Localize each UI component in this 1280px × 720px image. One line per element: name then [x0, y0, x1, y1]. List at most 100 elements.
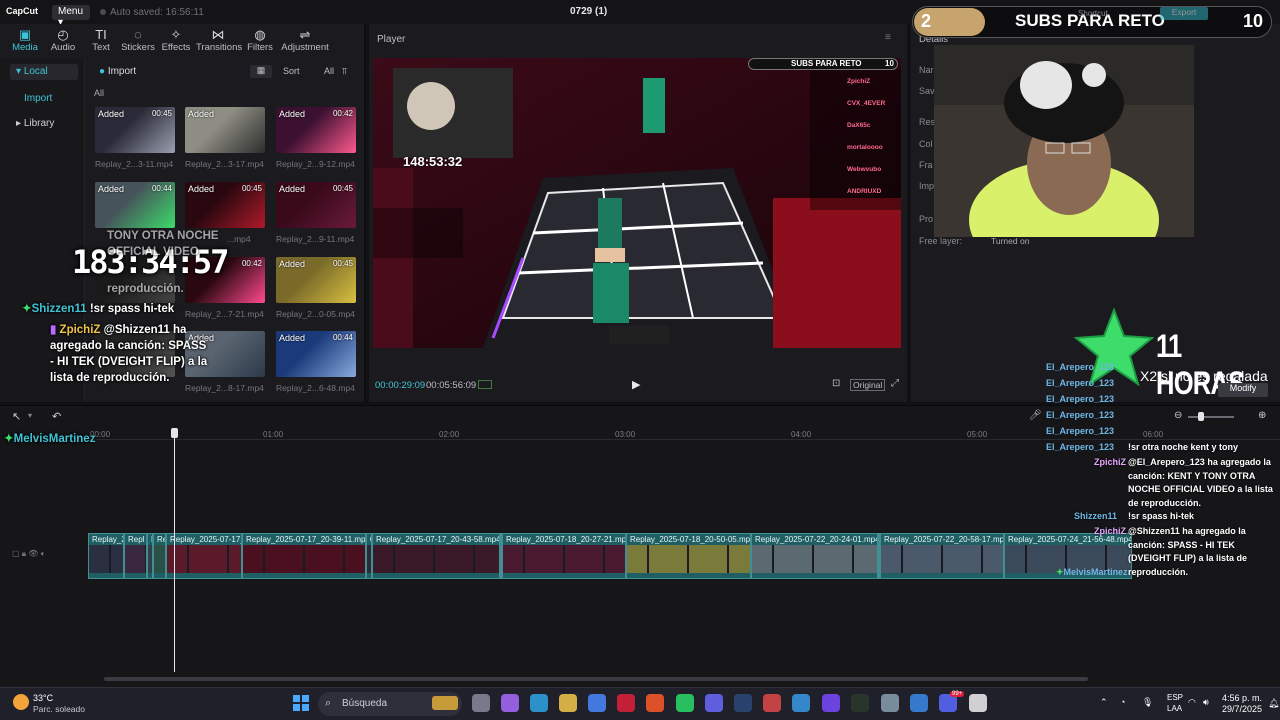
media-thumbnail[interactable]: Added 00:45: [276, 182, 356, 228]
media-thumbnail[interactable]: Added 00:45: [276, 257, 356, 303]
media-thumbnail[interactable]: Added 00:42: [276, 107, 356, 153]
tool-label: Stickers: [121, 42, 155, 53]
zoom-slider-handle[interactable]: [1198, 412, 1204, 421]
opera-icon[interactable]: [617, 694, 635, 712]
timeline-clip-label: Replay_2025-07-17_20-39-11.mp4: [246, 535, 366, 544]
tool-effects[interactable]: ✧ Effects: [154, 27, 198, 53]
visibility-icon[interactable]: 👁︎: [28, 549, 38, 558]
timeline-clip[interactable]: Replay_2025-07-18_20-50-05.mp4: [626, 533, 751, 579]
media-thumbnail[interactable]: Added: [185, 107, 265, 153]
sidenav-library[interactable]: ▸ Library: [16, 118, 54, 129]
capcut-icon[interactable]: [969, 694, 987, 712]
store-icon[interactable]: [588, 694, 606, 712]
project-name[interactable]: 0729 (1): [570, 6, 607, 17]
tool-chevron-icon[interactable]: ▾: [28, 411, 32, 420]
zoom-in-icon[interactable]: ⊕: [1258, 410, 1266, 421]
crop-icon[interactable]: ⊡: [832, 378, 840, 389]
fullscreen-icon[interactable]: ⤢: [891, 378, 899, 389]
terminal-icon[interactable]: [851, 694, 869, 712]
teams-icon[interactable]: [705, 694, 723, 712]
all-filter-button[interactable]: All: [324, 66, 334, 76]
import-button[interactable]: ● Import: [99, 66, 136, 77]
weather-icon[interactable]: [13, 694, 29, 710]
modify-button[interactable]: Modify: [1218, 383, 1268, 397]
weather-desc[interactable]: Parc. soleado: [33, 704, 85, 714]
menu-button[interactable]: Menu ▾: [52, 5, 90, 28]
playhead[interactable]: [174, 430, 175, 672]
steam-icon[interactable]: [734, 694, 752, 712]
play-icon[interactable]: ▶: [632, 378, 640, 391]
settings-icon[interactable]: [881, 694, 899, 712]
clock-time[interactable]: 4:56 p. m.: [1222, 693, 1262, 703]
media-thumbnail[interactable]: Added 00:45: [185, 182, 265, 228]
chat-username: El_Arepero_123: [1046, 442, 1115, 452]
import-icon: ●: [99, 66, 108, 77]
notification-icon[interactable]: 🔔︎: [1268, 698, 1279, 709]
chrome-icon[interactable]: [910, 694, 928, 712]
language-secondary[interactable]: LAA: [1167, 704, 1182, 713]
timeline-clip[interactable]: Re: [153, 533, 166, 579]
current-timecode: 00:00:29:09: [375, 380, 426, 391]
sidenav-local[interactable]: ▾ Local: [10, 64, 78, 80]
timeline-clip[interactable]: Replay_2: [88, 533, 124, 579]
whatsapp-icon[interactable]: [676, 694, 694, 712]
export-button[interactable]: Export: [1160, 7, 1208, 20]
tool-label: Media: [12, 42, 38, 53]
shortcut-button[interactable]: Shortcut: [1078, 9, 1108, 18]
chat-username: El_Arepero_123: [1046, 410, 1115, 420]
timeline-clip[interactable]: Replay_2025-07-22_20-58-17.mp4: [880, 533, 1004, 579]
original-ratio-button[interactable]: Original: [850, 379, 886, 391]
player-menu-icon[interactable]: ≡: [885, 32, 891, 43]
tool-transitions[interactable]: ⋈ Transitions: [196, 27, 242, 53]
clip-filename: Replay_2...3-11.mp4: [95, 159, 174, 169]
task-view-icon[interactable]: [472, 694, 490, 712]
tray-network-app-icon[interactable]: ◔: [1120, 697, 1125, 707]
media-filter-all[interactable]: All: [94, 88, 104, 98]
language-primary[interactable]: ESP: [1167, 693, 1183, 702]
obs-icon[interactable]: [822, 694, 840, 712]
wifi-icon[interactable]: ◠: [1188, 697, 1196, 708]
tf-icon[interactable]: [763, 694, 781, 712]
zoom-out-icon[interactable]: ⊖: [1174, 410, 1182, 421]
timeline-clip[interactable]: Replay_2025-07-17_2: [166, 533, 242, 579]
start-icon[interactable]: [293, 695, 309, 711]
tray-chevron-icon[interactable]: ⌃: [1100, 697, 1108, 708]
file-explorer-icon[interactable]: [559, 694, 577, 712]
sort-button[interactable]: Sort: [283, 66, 300, 76]
zoom-slider[interactable]: [1188, 416, 1234, 418]
track-cover-icon[interactable]: ▢: [12, 549, 20, 558]
playhead-handle[interactable]: [171, 428, 178, 438]
video-preview[interactable]: SUBS PARA RETO 10 148:53:32 ZpichiZ CVX_4…: [373, 58, 901, 348]
timeline-clip[interactable]: Replay_2025-07-22_20-24-01.mp4: [751, 533, 878, 579]
weather-temp[interactable]: 33°C: [33, 693, 53, 703]
timeline-clip[interactable]: Replay_2025-07-17_20-43-58.mp4: [372, 533, 500, 579]
select-tool-icon[interactable]: ↖: [12, 410, 21, 423]
timeline-clip[interactable]: Replay_2025-07-18_20-27-21.mp4: [502, 533, 626, 579]
media-thumbnail[interactable]: Added 00:44: [95, 182, 175, 228]
lock-icon[interactable]: 🔒︎: [22, 549, 26, 558]
video-frame: [373, 58, 901, 348]
chat-message: !sr spass hi-tek: [1128, 511, 1195, 521]
media-thumbnail[interactable]: Added 00:44: [276, 331, 356, 377]
timeline-clip[interactable]: Repl: [124, 533, 147, 579]
timeline-scrollbar[interactable]: [104, 677, 1088, 681]
photos-icon[interactable]: [792, 694, 810, 712]
grid-view-icon[interactable]: ▦: [250, 65, 272, 78]
microphone-icon[interactable]: 🎤︎: [1029, 410, 1042, 421]
brave-icon[interactable]: [646, 694, 664, 712]
filter-icon[interactable]: ⫪: [342, 66, 347, 77]
copilot-icon[interactable]: [501, 694, 519, 712]
tool-filters[interactable]: ◍ Filters: [238, 27, 282, 53]
volume-icon[interactable]: 🔊︎: [1203, 697, 1209, 708]
tool-adjustment[interactable]: ⇌ Adjustment: [281, 27, 329, 53]
sidenav-import[interactable]: Import: [24, 93, 52, 104]
timeline-clip[interactable]: Replay_2025-07-17_20-39-11.mp4: [242, 533, 366, 579]
undo-icon[interactable]: ↶: [52, 410, 61, 423]
edge-icon[interactable]: [530, 694, 548, 712]
chat-username: El_Arepero_123: [1046, 394, 1115, 404]
tray-mic-icon[interactable]: 🎙︎: [1142, 697, 1153, 708]
media-thumbnail[interactable]: Added 00:45: [95, 107, 175, 153]
detail-label: Free layer:: [919, 236, 963, 246]
clock-date[interactable]: 29/7/2025: [1222, 704, 1262, 714]
audio-icon[interactable]: 🔈︎: [41, 549, 46, 558]
